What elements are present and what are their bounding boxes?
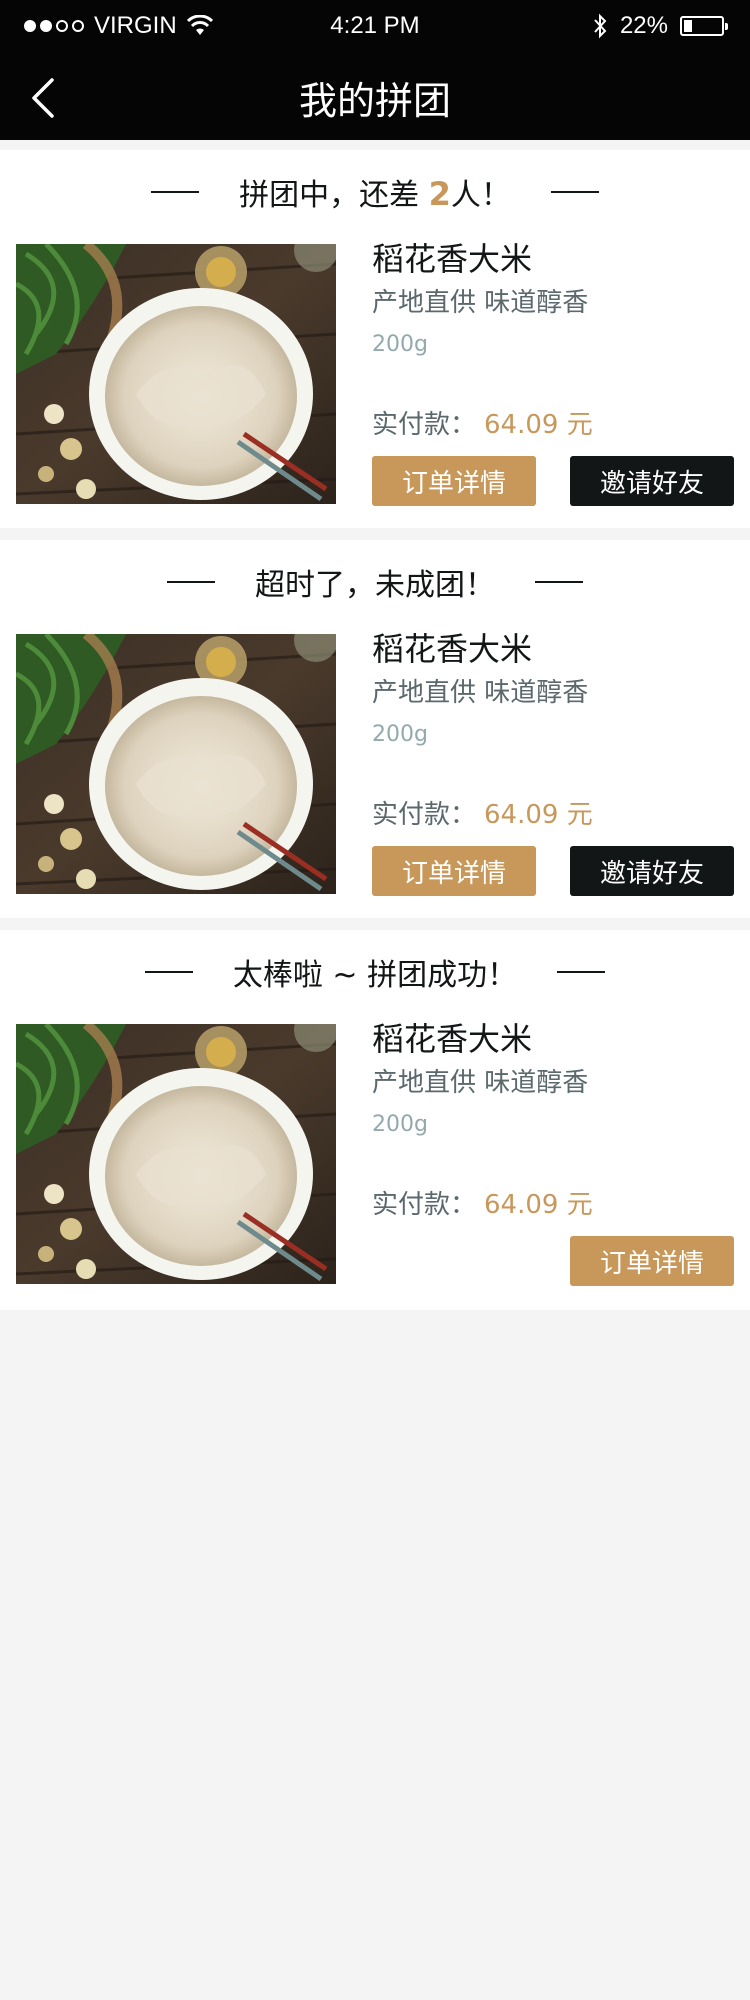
divider-line bbox=[557, 971, 606, 973]
group-card-expired: 超时了，未成团！ 稻花香大米 产地直供 味道醇香 200g 实付款： 64.09 … bbox=[0, 540, 750, 918]
product-image[interactable] bbox=[16, 634, 336, 894]
battery-icon bbox=[680, 16, 728, 36]
nav-bar: 我的拼团 bbox=[0, 56, 750, 140]
group-status-text: 太棒啦 ~ 拼团成功！ bbox=[232, 958, 518, 993]
price-label: 实付款： bbox=[372, 410, 477, 440]
product-info: 稻花香大米 产地直供 味道醇香 200g 实付款： 64.09 元 bbox=[372, 628, 732, 830]
group-status-header: 超时了，未成团！ bbox=[0, 540, 750, 624]
price-value: 64.09 元 bbox=[484, 800, 593, 830]
group-status-text: 拼团中，还差 2人！ bbox=[239, 175, 511, 213]
remaining-count: 2 bbox=[428, 175, 451, 213]
product-description: 产地直供 味道醇香 bbox=[372, 1068, 589, 1098]
divider-line bbox=[550, 191, 599, 193]
page-title: 我的拼团 bbox=[298, 79, 451, 123]
product-weight: 200g bbox=[372, 332, 428, 357]
divider-line bbox=[167, 581, 215, 583]
divider-line bbox=[144, 971, 193, 973]
order-details-button[interactable]: 订单详情 bbox=[372, 456, 536, 506]
divider-line bbox=[535, 581, 583, 583]
price-label: 实付款： bbox=[372, 1190, 477, 1220]
product-weight: 200g bbox=[372, 1112, 428, 1137]
status-right: 22% bbox=[592, 12, 728, 40]
price-row: 实付款： 64.09 元 bbox=[372, 1184, 593, 1221]
product-description: 产地直供 味道醇香 bbox=[372, 678, 589, 708]
product-weight: 200g bbox=[372, 722, 428, 747]
product-description: 产地直供 味道醇香 bbox=[372, 288, 589, 318]
product-image[interactable] bbox=[16, 1024, 336, 1284]
product-name: 稻花香大米 bbox=[372, 630, 533, 668]
product-info: 稻花香大米 产地直供 味道醇香 200g 实付款： 64.09 元 bbox=[372, 238, 732, 440]
divider-line bbox=[151, 191, 200, 193]
group-card-success: 太棒啦 ~ 拼团成功！ 稻花香大米 产地直供 味道醇香 200g 实付款： 64.… bbox=[0, 930, 750, 1310]
order-details-button[interactable]: 订单详情 bbox=[372, 846, 536, 896]
product-name: 稻花香大米 bbox=[372, 1020, 533, 1058]
group-card-pending: 拼团中，还差 2人！ 稻花香大米 产地直供 味道醇香 200g 实付款： 64.0… bbox=[0, 150, 750, 528]
product-name: 稻花香大米 bbox=[372, 240, 533, 278]
price-value: 64.09 元 bbox=[484, 410, 593, 440]
price-row: 实付款： 64.09 元 bbox=[372, 404, 593, 441]
order-details-button[interactable]: 订单详情 bbox=[570, 1236, 734, 1286]
product-image[interactable] bbox=[16, 244, 336, 504]
invite-friends-button[interactable]: 邀请好友 bbox=[570, 456, 734, 506]
rice-bowl-illustration bbox=[16, 1024, 336, 1284]
status-bar: VIRGIN 4:21 PM 22% bbox=[0, 0, 750, 56]
price-value: 64.09 元 bbox=[484, 1190, 593, 1220]
rice-bowl-illustration bbox=[16, 634, 336, 894]
price-label: 实付款： bbox=[372, 800, 477, 830]
invite-friends-button[interactable]: 邀请好友 bbox=[570, 846, 734, 896]
bluetooth-icon bbox=[594, 13, 607, 39]
battery-percent: 22% bbox=[619, 12, 668, 39]
product-info: 稻花香大米 产地直供 味道醇香 200g 实付款： 64.09 元 bbox=[372, 1018, 732, 1220]
group-status-header: 太棒啦 ~ 拼团成功！ bbox=[0, 930, 750, 1014]
price-row: 实付款： 64.09 元 bbox=[372, 794, 593, 831]
group-status-text: 超时了，未成团！ bbox=[255, 568, 495, 603]
group-status-header: 拼团中，还差 2人！ bbox=[0, 150, 750, 234]
rice-bowl-illustration bbox=[16, 244, 336, 504]
